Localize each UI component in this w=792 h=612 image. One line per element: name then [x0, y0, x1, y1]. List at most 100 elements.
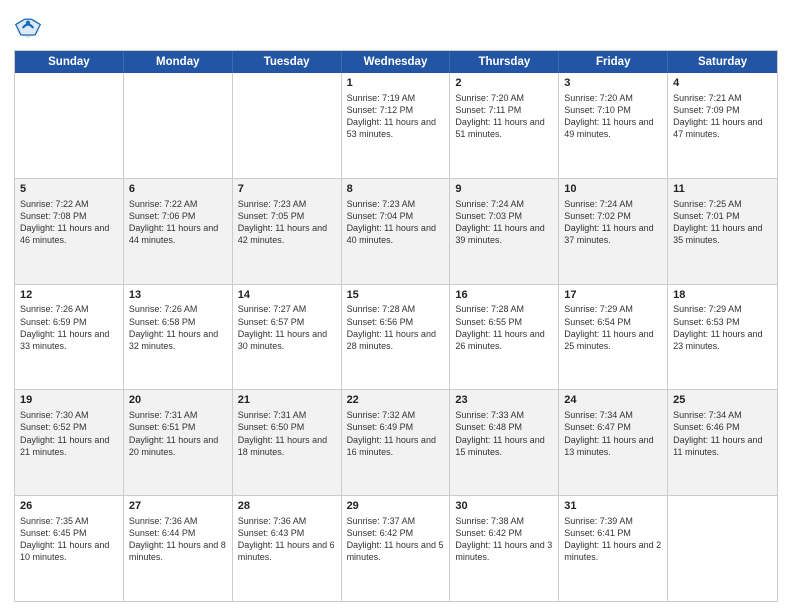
day-number: 5: [20, 182, 118, 197]
cell-text: Sunrise: 7:26 AM Sunset: 6:59 PM Dayligh…: [20, 303, 118, 352]
day-number: 29: [347, 499, 445, 514]
calendar-cell: 10Sunrise: 7:24 AM Sunset: 7:02 PM Dayli…: [559, 179, 668, 284]
day-number: 24: [564, 393, 662, 408]
day-number: 27: [129, 499, 227, 514]
weekday-header: Friday: [559, 51, 668, 73]
day-number: 4: [673, 76, 772, 91]
day-number: 11: [673, 182, 772, 197]
day-number: 22: [347, 393, 445, 408]
cell-text: Sunrise: 7:36 AM Sunset: 6:43 PM Dayligh…: [238, 515, 336, 564]
weekday-header: Sunday: [15, 51, 124, 73]
calendar-cell: 27Sunrise: 7:36 AM Sunset: 6:44 PM Dayli…: [124, 496, 233, 601]
day-number: 14: [238, 288, 336, 303]
weekday-header: Wednesday: [342, 51, 451, 73]
cell-text: Sunrise: 7:35 AM Sunset: 6:45 PM Dayligh…: [20, 515, 118, 564]
day-number: 9: [455, 182, 553, 197]
cell-text: Sunrise: 7:29 AM Sunset: 6:54 PM Dayligh…: [564, 303, 662, 352]
calendar-cell: 12Sunrise: 7:26 AM Sunset: 6:59 PM Dayli…: [15, 285, 124, 390]
calendar-cell: 23Sunrise: 7:33 AM Sunset: 6:48 PM Dayli…: [450, 390, 559, 495]
calendar-cell: 17Sunrise: 7:29 AM Sunset: 6:54 PM Dayli…: [559, 285, 668, 390]
cell-text: Sunrise: 7:24 AM Sunset: 7:02 PM Dayligh…: [564, 198, 662, 247]
page: SundayMondayTuesdayWednesdayThursdayFrid…: [0, 0, 792, 612]
cell-text: Sunrise: 7:20 AM Sunset: 7:10 PM Dayligh…: [564, 92, 662, 141]
day-number: 20: [129, 393, 227, 408]
day-number: 17: [564, 288, 662, 303]
cell-text: Sunrise: 7:27 AM Sunset: 6:57 PM Dayligh…: [238, 303, 336, 352]
day-number: 16: [455, 288, 553, 303]
cell-text: Sunrise: 7:21 AM Sunset: 7:09 PM Dayligh…: [673, 92, 772, 141]
cell-text: Sunrise: 7:38 AM Sunset: 6:42 PM Dayligh…: [455, 515, 553, 564]
logo: [14, 14, 44, 42]
cell-text: Sunrise: 7:19 AM Sunset: 7:12 PM Dayligh…: [347, 92, 445, 141]
cell-text: Sunrise: 7:31 AM Sunset: 6:50 PM Dayligh…: [238, 409, 336, 458]
logo-icon: [14, 14, 42, 42]
calendar-cell: 7Sunrise: 7:23 AM Sunset: 7:05 PM Daylig…: [233, 179, 342, 284]
day-number: 12: [20, 288, 118, 303]
cell-text: Sunrise: 7:36 AM Sunset: 6:44 PM Dayligh…: [129, 515, 227, 564]
cell-text: Sunrise: 7:34 AM Sunset: 6:46 PM Dayligh…: [673, 409, 772, 458]
calendar-cell: [233, 73, 342, 178]
weekday-header: Monday: [124, 51, 233, 73]
calendar-cell: [15, 73, 124, 178]
day-number: 3: [564, 76, 662, 91]
weekday-header: Tuesday: [233, 51, 342, 73]
calendar-cell: 24Sunrise: 7:34 AM Sunset: 6:47 PM Dayli…: [559, 390, 668, 495]
cell-text: Sunrise: 7:23 AM Sunset: 7:04 PM Dayligh…: [347, 198, 445, 247]
cell-text: Sunrise: 7:25 AM Sunset: 7:01 PM Dayligh…: [673, 198, 772, 247]
calendar-cell: 8Sunrise: 7:23 AM Sunset: 7:04 PM Daylig…: [342, 179, 451, 284]
calendar-cell: 28Sunrise: 7:36 AM Sunset: 6:43 PM Dayli…: [233, 496, 342, 601]
cell-text: Sunrise: 7:33 AM Sunset: 6:48 PM Dayligh…: [455, 409, 553, 458]
cell-text: Sunrise: 7:26 AM Sunset: 6:58 PM Dayligh…: [129, 303, 227, 352]
calendar-cell: 31Sunrise: 7:39 AM Sunset: 6:41 PM Dayli…: [559, 496, 668, 601]
calendar-row: 1Sunrise: 7:19 AM Sunset: 7:12 PM Daylig…: [15, 73, 777, 178]
day-number: 28: [238, 499, 336, 514]
cell-text: Sunrise: 7:23 AM Sunset: 7:05 PM Dayligh…: [238, 198, 336, 247]
calendar-row: 19Sunrise: 7:30 AM Sunset: 6:52 PM Dayli…: [15, 389, 777, 495]
weekday-header: Thursday: [450, 51, 559, 73]
cell-text: Sunrise: 7:28 AM Sunset: 6:56 PM Dayligh…: [347, 303, 445, 352]
header: [14, 10, 778, 42]
calendar-cell: 16Sunrise: 7:28 AM Sunset: 6:55 PM Dayli…: [450, 285, 559, 390]
calendar-cell: 29Sunrise: 7:37 AM Sunset: 6:42 PM Dayli…: [342, 496, 451, 601]
calendar-row: 26Sunrise: 7:35 AM Sunset: 6:45 PM Dayli…: [15, 495, 777, 601]
day-number: 1: [347, 76, 445, 91]
day-number: 13: [129, 288, 227, 303]
calendar-cell: 2Sunrise: 7:20 AM Sunset: 7:11 PM Daylig…: [450, 73, 559, 178]
day-number: 25: [673, 393, 772, 408]
cell-text: Sunrise: 7:20 AM Sunset: 7:11 PM Dayligh…: [455, 92, 553, 141]
cell-text: Sunrise: 7:28 AM Sunset: 6:55 PM Dayligh…: [455, 303, 553, 352]
cell-text: Sunrise: 7:29 AM Sunset: 6:53 PM Dayligh…: [673, 303, 772, 352]
day-number: 15: [347, 288, 445, 303]
day-number: 7: [238, 182, 336, 197]
calendar-cell: 9Sunrise: 7:24 AM Sunset: 7:03 PM Daylig…: [450, 179, 559, 284]
day-number: 8: [347, 182, 445, 197]
cell-text: Sunrise: 7:22 AM Sunset: 7:08 PM Dayligh…: [20, 198, 118, 247]
calendar-cell: 26Sunrise: 7:35 AM Sunset: 6:45 PM Dayli…: [15, 496, 124, 601]
day-number: 18: [673, 288, 772, 303]
cell-text: Sunrise: 7:37 AM Sunset: 6:42 PM Dayligh…: [347, 515, 445, 564]
calendar-cell: 5Sunrise: 7:22 AM Sunset: 7:08 PM Daylig…: [15, 179, 124, 284]
cell-text: Sunrise: 7:31 AM Sunset: 6:51 PM Dayligh…: [129, 409, 227, 458]
calendar-cell: 11Sunrise: 7:25 AM Sunset: 7:01 PM Dayli…: [668, 179, 777, 284]
cell-text: Sunrise: 7:24 AM Sunset: 7:03 PM Dayligh…: [455, 198, 553, 247]
calendar-row: 5Sunrise: 7:22 AM Sunset: 7:08 PM Daylig…: [15, 178, 777, 284]
day-number: 31: [564, 499, 662, 514]
calendar-cell: 21Sunrise: 7:31 AM Sunset: 6:50 PM Dayli…: [233, 390, 342, 495]
calendar-cell: 18Sunrise: 7:29 AM Sunset: 6:53 PM Dayli…: [668, 285, 777, 390]
calendar-cell: [668, 496, 777, 601]
calendar-cell: 6Sunrise: 7:22 AM Sunset: 7:06 PM Daylig…: [124, 179, 233, 284]
calendar-cell: 3Sunrise: 7:20 AM Sunset: 7:10 PM Daylig…: [559, 73, 668, 178]
day-number: 21: [238, 393, 336, 408]
calendar-cell: 4Sunrise: 7:21 AM Sunset: 7:09 PM Daylig…: [668, 73, 777, 178]
calendar-cell: 20Sunrise: 7:31 AM Sunset: 6:51 PM Dayli…: [124, 390, 233, 495]
cell-text: Sunrise: 7:32 AM Sunset: 6:49 PM Dayligh…: [347, 409, 445, 458]
day-number: 26: [20, 499, 118, 514]
calendar-cell: 30Sunrise: 7:38 AM Sunset: 6:42 PM Dayli…: [450, 496, 559, 601]
calendar-cell: 13Sunrise: 7:26 AM Sunset: 6:58 PM Dayli…: [124, 285, 233, 390]
calendar-row: 12Sunrise: 7:26 AM Sunset: 6:59 PM Dayli…: [15, 284, 777, 390]
day-number: 6: [129, 182, 227, 197]
weekday-header: Saturday: [668, 51, 777, 73]
calendar-cell: 1Sunrise: 7:19 AM Sunset: 7:12 PM Daylig…: [342, 73, 451, 178]
calendar-cell: 25Sunrise: 7:34 AM Sunset: 6:46 PM Dayli…: [668, 390, 777, 495]
day-number: 30: [455, 499, 553, 514]
